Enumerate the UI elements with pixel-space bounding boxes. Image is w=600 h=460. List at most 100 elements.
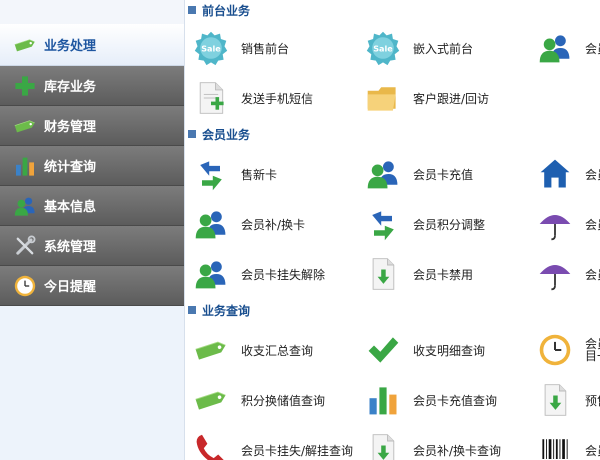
sale-badge-icon: Sale [191,28,231,68]
document-download-icon [535,380,575,420]
section-title: 前台业务 [185,0,600,20]
sidebar-item-label: 业务处理 [44,39,97,54]
menu-item-label: 会员 [585,217,600,232]
menu-item-label: 收支明细查询 [413,343,486,358]
menu-item[interactable]: 会员卡挂失解除 [191,254,366,294]
sidebar-item-5[interactable]: 基本信息 [0,186,184,226]
section-bullet-icon [188,306,196,314]
menu-item[interactable]: 会员补/换卡查询 [363,430,538,460]
sidebar-item-1[interactable]: 业务处理 [0,24,184,66]
umbrella-icon [535,254,575,294]
menu-item-label: 会员积分调整 [413,217,486,232]
menu-item[interactable]: 会员卡挂失/解挂查询 [191,430,366,460]
section-title: 会员业务 [185,124,600,144]
users-icon [191,254,231,294]
section-title-text: 会员业务 [202,127,251,142]
document-download-icon [363,430,403,460]
menu-item[interactable]: 会员 [535,204,600,244]
menu-item-label: 会员卡充值 [413,167,474,182]
menu-item[interactable]: 发送手机短信 [191,78,366,118]
menu-item-label: 会员 [585,41,600,56]
menu-item-label: 客户跟进/回访 [413,91,490,106]
barcode-icon [535,430,575,460]
menu-item-label: 嵌入式前台 [413,41,474,56]
sidebar-item-2[interactable]: 库存业务 [0,66,184,106]
bar-chart-icon [363,380,403,420]
sidebar-item-label: 基本信息 [44,200,97,215]
tag-icon [191,330,231,370]
menu-item-label: 会员 目一 [585,337,600,363]
menu-item[interactable]: 会员 [535,28,600,68]
menu-item[interactable]: 会员 [535,154,600,194]
plus-icon [12,74,38,98]
section-title-text: 前台业务 [202,3,251,18]
menu-item-label: 预售 [585,393,600,408]
home-icon [535,154,575,194]
menu-item[interactable]: 会员卡禁用 [363,254,538,294]
sidebar-item-label: 系统管理 [44,240,97,255]
menu-item-label: 售新卡 [241,167,278,182]
folder-icon [363,78,403,118]
menu-item[interactable]: 收支汇总查询 [191,330,366,370]
sidebar-item-7[interactable]: 今日提醒 [0,266,184,306]
section-title-text: 业务查询 [202,303,251,318]
menu-item-label: 会员补/换卡查询 [413,443,502,458]
users-icon [535,28,575,68]
menu-item-label: 会员 [585,443,600,458]
clock-icon [12,274,38,298]
menu-item[interactable]: 预售 [535,380,600,420]
sidebar-item-3[interactable]: 财务管理 [0,106,184,146]
menu-item-label: 销售前台 [241,41,290,56]
bar-chart-icon [12,154,38,178]
sidebar-item-label: 今日提醒 [44,280,97,295]
sidebar: 业务处理库存业务财务管理统计查询基本信息系统管理今日提醒 [0,0,185,460]
menu-item[interactable]: Sale 销售前台 [191,28,366,68]
menu-item[interactable]: 会员补/换卡 [191,204,366,244]
menu-item[interactable]: 会员 目一 [535,330,600,370]
menu-item-label: 积分换储值查询 [241,393,326,408]
menu-item-label: 会员 [585,167,600,182]
section-title: 业务查询 [185,300,600,320]
svg-text:Sale: Sale [373,44,393,54]
menu-item-label: 收支汇总查询 [241,343,314,358]
menu-item-label: 会员卡禁用 [413,267,474,282]
menu-item-label: 会员 [585,267,600,282]
menu-item[interactable]: Sale 嵌入式前台 [363,28,538,68]
users-icon [12,194,38,218]
menu-item-label: 发送手机短信 [241,91,314,106]
sidebar-item-label: 财务管理 [44,120,97,135]
sidebar-item-4[interactable]: 统计查询 [0,146,184,186]
document-download-icon [363,254,403,294]
menu-item[interactable]: 售新卡 [191,154,366,194]
menu-item[interactable]: 会员 [535,254,600,294]
arrow-exchange-icon [191,154,231,194]
document-add-icon [191,78,231,118]
menu-item[interactable]: 会员 [535,430,600,460]
section-bullet-icon [188,6,196,14]
phone-icon [191,430,231,460]
menu-item[interactable]: 收支明细查询 [363,330,538,370]
tools-icon [12,234,38,258]
menu-item[interactable]: 积分换储值查询 [191,380,366,420]
sidebar-item-label: 库存业务 [44,80,97,95]
main-panel: 前台业务Sale销售前台Sale嵌入式前台会员发送手机短信客户跟进/回访会员业务… [185,0,600,460]
menu-item[interactable]: 会员积分调整 [363,204,538,244]
menu-item-label: 会员卡挂失解除 [241,267,326,282]
users-icon [191,204,231,244]
menu-item-label: 会员卡挂失/解挂查询 [241,443,354,458]
sale-badge-icon: Sale [363,28,403,68]
menu-item-label: 会员卡充值查询 [413,393,498,408]
menu-item[interactable]: 客户跟进/回访 [363,78,538,118]
menu-item[interactable]: 会员卡充值查询 [363,380,538,420]
svg-text:Sale: Sale [201,44,221,54]
tag-icon [12,114,38,138]
users-icon [363,154,403,194]
clock-icon [535,330,575,370]
sidebar-item-6[interactable]: 系统管理 [0,226,184,266]
tag-icon [191,380,231,420]
tag-icon [12,33,38,57]
umbrella-icon [535,204,575,244]
menu-item-label: 会员补/换卡 [241,217,306,232]
menu-item[interactable]: 会员卡充值 [363,154,538,194]
arrow-exchange-icon [363,204,403,244]
